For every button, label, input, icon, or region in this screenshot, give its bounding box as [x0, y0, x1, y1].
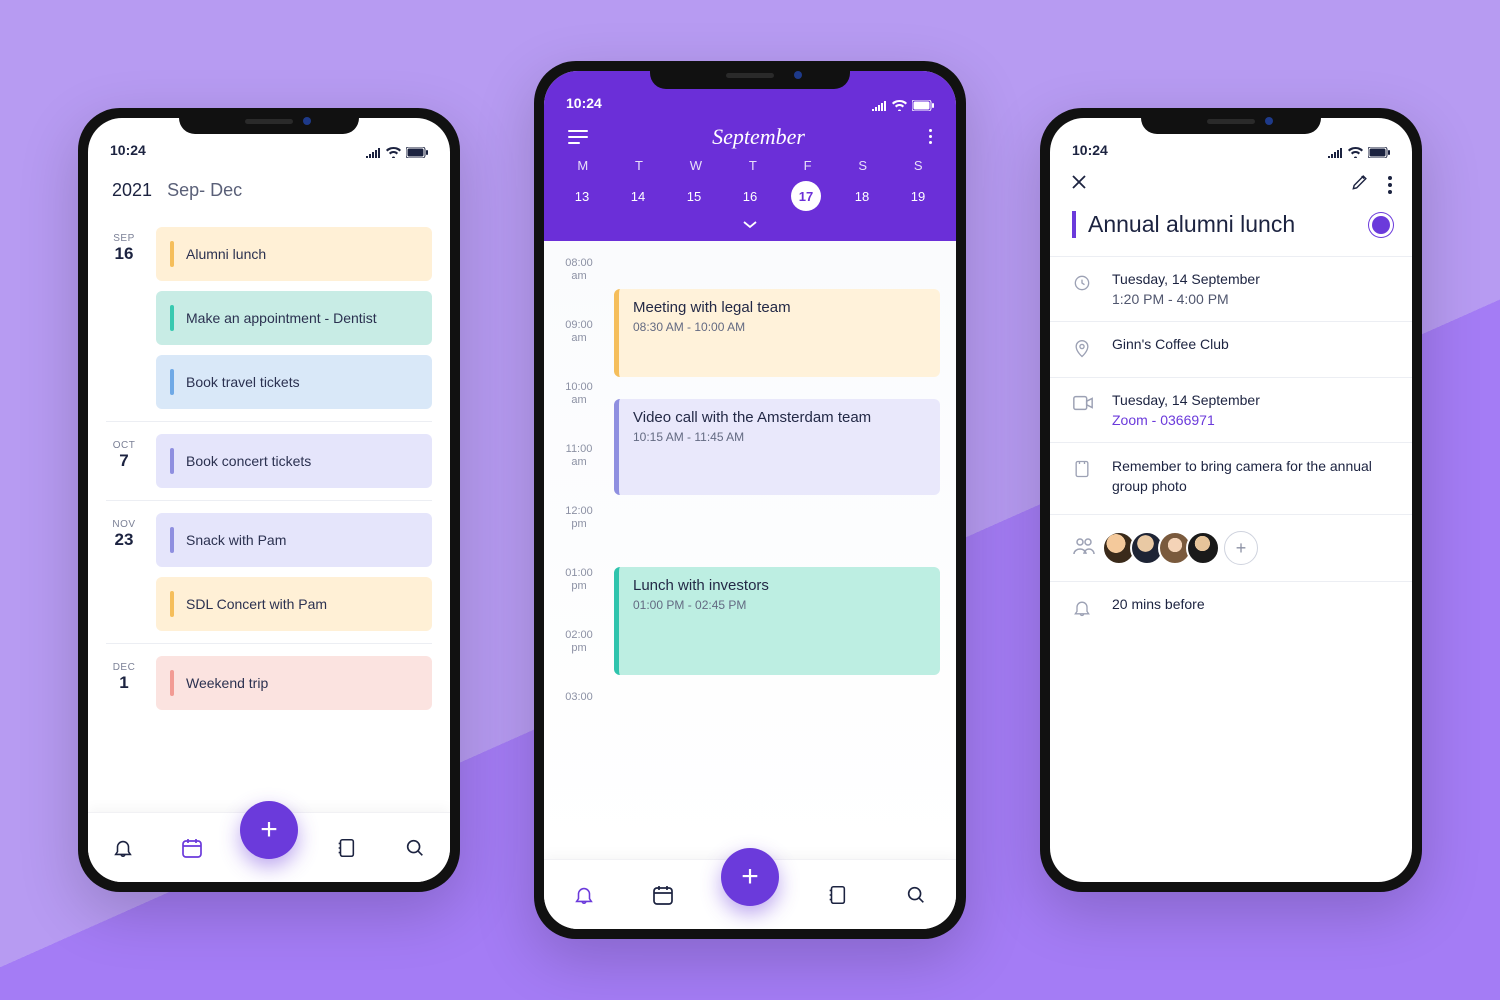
phone-agenda: 10:24 2021 Sep- Dec SEP16 Alumni lunch Mak…: [78, 108, 460, 892]
video-date: Tuesday, 14 September: [1112, 392, 1260, 408]
more-icon[interactable]: [923, 123, 938, 150]
event-hours: 1:20 PM - 4:00 PM: [1112, 291, 1260, 307]
calendar-day[interactable]: 17: [791, 181, 821, 211]
video-icon: [1072, 392, 1096, 428]
nav-calendar-icon[interactable]: [641, 873, 685, 917]
device-notch: [650, 61, 850, 89]
timeline-event[interactable]: Video call with the Amsterdam team10:15 …: [614, 399, 940, 495]
people-icon: [1072, 536, 1096, 561]
edit-icon[interactable]: [1350, 172, 1370, 197]
nav-search-icon[interactable]: [894, 873, 938, 917]
timeline-event[interactable]: Meeting with legal team08:30 AM - 10:00 …: [614, 289, 940, 377]
event-title: Annual alumni lunch: [1072, 211, 1295, 238]
section-reminder[interactable]: 20 mins before: [1050, 581, 1412, 635]
close-icon[interactable]: [1070, 173, 1088, 196]
bottom-nav: +: [88, 812, 450, 882]
agenda-group: NOV23 Snack with Pam SDL Concert with Pam: [106, 501, 432, 644]
agenda-list[interactable]: SEP16 Alumni lunch Make an appointment - D…: [88, 211, 450, 812]
avatar[interactable]: [1186, 531, 1220, 565]
video-link[interactable]: Zoom - 0366971: [1112, 412, 1260, 428]
agenda-range: Sep- Dec: [167, 180, 242, 200]
agenda-year: 2021: [112, 180, 152, 200]
event-date: Tuesday, 14 September: [1112, 271, 1260, 287]
event-note: Remember to bring camera for the annual …: [1112, 457, 1390, 496]
calendar-title[interactable]: September: [712, 124, 805, 150]
calendar-day[interactable]: 16: [735, 181, 765, 211]
bell-icon: [1072, 596, 1096, 621]
weekday: F: [804, 158, 812, 173]
weekday-row: MTWTFSS: [544, 154, 956, 177]
menu-icon[interactable]: [562, 124, 594, 150]
section-time[interactable]: Tuesday, 14 September 1:20 PM - 4:00 PM: [1050, 256, 1412, 321]
agenda-header: 2021 Sep- Dec: [88, 162, 450, 211]
agenda-date: OCT7: [106, 434, 142, 488]
weekday: S: [914, 158, 923, 173]
agenda-card[interactable]: Book travel tickets: [156, 355, 432, 409]
nav-bell-icon[interactable]: [562, 873, 606, 917]
agenda-card[interactable]: Snack with Pam: [156, 513, 432, 567]
clock-icon: [1072, 271, 1096, 307]
agenda-card[interactable]: SDL Concert with Pam: [156, 577, 432, 631]
nav-bell-icon[interactable]: [101, 826, 145, 870]
status-time: 10:24: [566, 95, 602, 111]
calendar-day[interactable]: 14: [623, 181, 653, 211]
fab-add-button[interactable]: +: [721, 848, 779, 906]
add-attendee-button[interactable]: +: [1224, 531, 1258, 565]
agenda-card[interactable]: Make an appointment - Dentist: [156, 291, 432, 345]
weekday: W: [690, 158, 702, 173]
nav-calendar-icon[interactable]: [170, 826, 214, 870]
calendar-day[interactable]: 15: [679, 181, 709, 211]
calendar-header: 10:24 September M T W T F S S 13 14 15 16 17 18 19: [544, 71, 956, 241]
status-icons: [1327, 147, 1390, 158]
status-icons: [365, 147, 428, 158]
status-time: 10:24: [1072, 142, 1108, 158]
bottom-nav: +: [544, 859, 956, 929]
agenda-group: DEC1 Weekend trip: [106, 644, 432, 722]
agenda-card[interactable]: Book concert tickets: [156, 434, 432, 488]
event-location: Ginn's Coffee Club: [1112, 336, 1229, 352]
weekday: T: [749, 158, 757, 173]
section-note[interactable]: Remember to bring camera for the annual …: [1050, 442, 1412, 514]
agenda-date: DEC1: [106, 656, 142, 710]
calendar-day[interactable]: 13: [567, 181, 597, 211]
location-icon: [1072, 336, 1096, 363]
timeline-event[interactable]: Lunch with investors01:00 PM - 02:45 PM: [614, 567, 940, 675]
weekday: S: [858, 158, 867, 173]
nav-notebook-icon[interactable]: [815, 873, 859, 917]
calendar-day[interactable]: 19: [903, 181, 933, 211]
date-row: 13 14 15 16 17 18 19: [544, 177, 956, 215]
section-attendees[interactable]: +: [1050, 514, 1412, 581]
event-color-dot[interactable]: [1372, 216, 1390, 234]
nav-search-icon[interactable]: [393, 826, 437, 870]
time-slot: 12:00pm: [544, 503, 956, 565]
section-video[interactable]: Tuesday, 14 September Zoom - 0366971: [1050, 377, 1412, 442]
status-icons: [871, 100, 934, 111]
agenda-card[interactable]: Alumni lunch: [156, 227, 432, 281]
note-icon: [1072, 457, 1096, 500]
expand-chevron-icon[interactable]: [544, 215, 956, 233]
more-icon[interactable]: [1388, 176, 1392, 194]
nav-notebook-icon[interactable]: [324, 826, 368, 870]
section-location[interactable]: Ginn's Coffee Club: [1050, 321, 1412, 377]
agenda-date: SEP16: [106, 227, 142, 409]
status-time: 10:24: [110, 142, 146, 158]
agenda-date: NOV23: [106, 513, 142, 631]
phone-event-detail: 10:24 Annual alumni lunch: [1040, 108, 1422, 892]
calendar-day[interactable]: 18: [847, 181, 877, 211]
agenda-group: SEP16 Alumni lunch Make an appointment - D…: [106, 215, 432, 422]
phone-calendar: 10:24 September M T W T F S S 13 14 15 16 17 18 19 0…: [534, 61, 966, 939]
fab-add-button[interactable]: +: [240, 801, 298, 859]
timeline[interactable]: 08:00am09:00am10:00am11:00am12:00pm01:00…: [544, 241, 956, 859]
time-slot: 03:00: [544, 689, 956, 751]
event-reminder: 20 mins before: [1112, 596, 1205, 612]
weekday: T: [635, 158, 643, 173]
device-notch: [1141, 108, 1321, 134]
agenda-card[interactable]: Weekend trip: [156, 656, 432, 710]
agenda-group: OCT7 Book concert tickets: [106, 422, 432, 501]
device-notch: [179, 108, 359, 134]
weekday: M: [577, 158, 588, 173]
